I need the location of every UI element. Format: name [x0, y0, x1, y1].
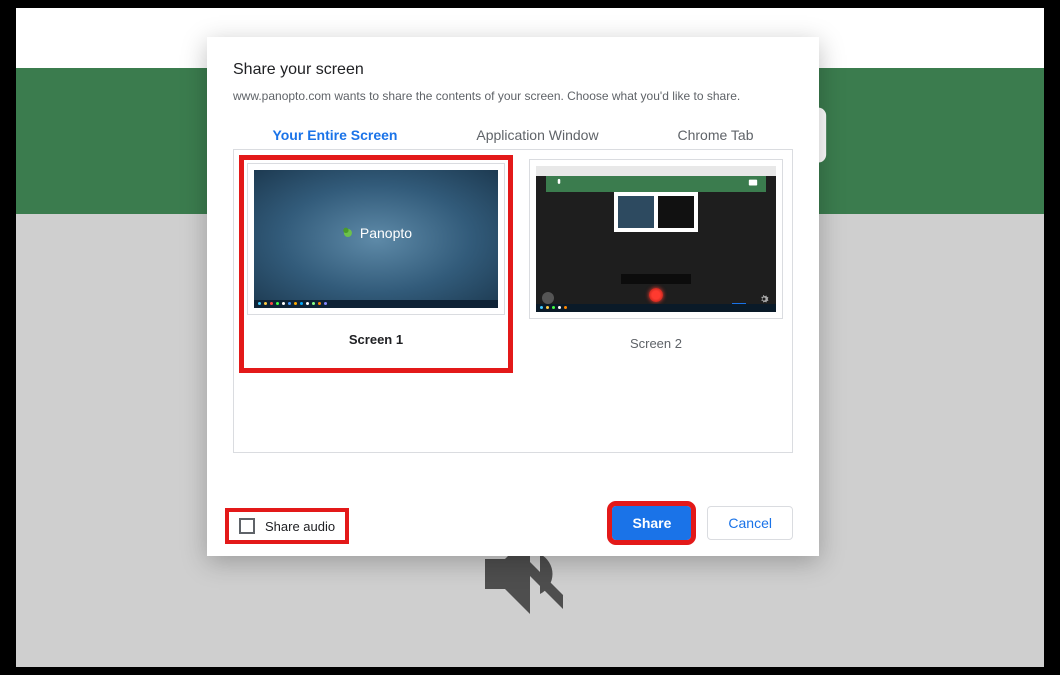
share-audio-label: Share audio [265, 519, 335, 534]
mini-gear-icon [758, 292, 770, 304]
share-button[interactable]: Share [612, 506, 691, 540]
share-audio-checkbox[interactable]: Share audio [229, 512, 345, 540]
screen-1-preview: Panopto [248, 164, 504, 314]
screen-1-label: Screen 1 [248, 332, 504, 347]
dialog-title: Share your screen [233, 61, 793, 79]
tab-application-window[interactable]: Application Window [466, 121, 608, 149]
share-screen-dialog: Share your screen www.panopto.com wants … [207, 37, 819, 556]
taskbar-preview [254, 300, 498, 308]
dialog-subtitle: www.panopto.com wants to share the conte… [233, 89, 793, 103]
panopto-logo: Panopto [340, 225, 412, 241]
screen-tile-1[interactable]: Panopto [244, 160, 508, 368]
screen-2-label: Screen 2 [530, 336, 782, 351]
tab-entire-screen[interactable]: Your Entire Screen [262, 121, 407, 149]
mini-record-icon [649, 288, 663, 302]
mini-screen-icon [748, 175, 758, 193]
screen-2-preview [530, 160, 782, 318]
cancel-button[interactable]: Cancel [707, 506, 793, 540]
tab-chrome-tab[interactable]: Chrome Tab [667, 121, 763, 149]
mini-mic-icon [554, 175, 564, 193]
share-mode-tabs: Your Entire Screen Application Window Ch… [233, 121, 793, 149]
dialog-actions: Share Cancel [612, 506, 793, 540]
dialog-footer: Share audio Share Cancel [233, 453, 793, 540]
share-audio-input[interactable] [239, 518, 255, 534]
screen-picker: Panopto [233, 149, 793, 453]
screen-tile-2[interactable]: Screen 2 [530, 160, 782, 442]
